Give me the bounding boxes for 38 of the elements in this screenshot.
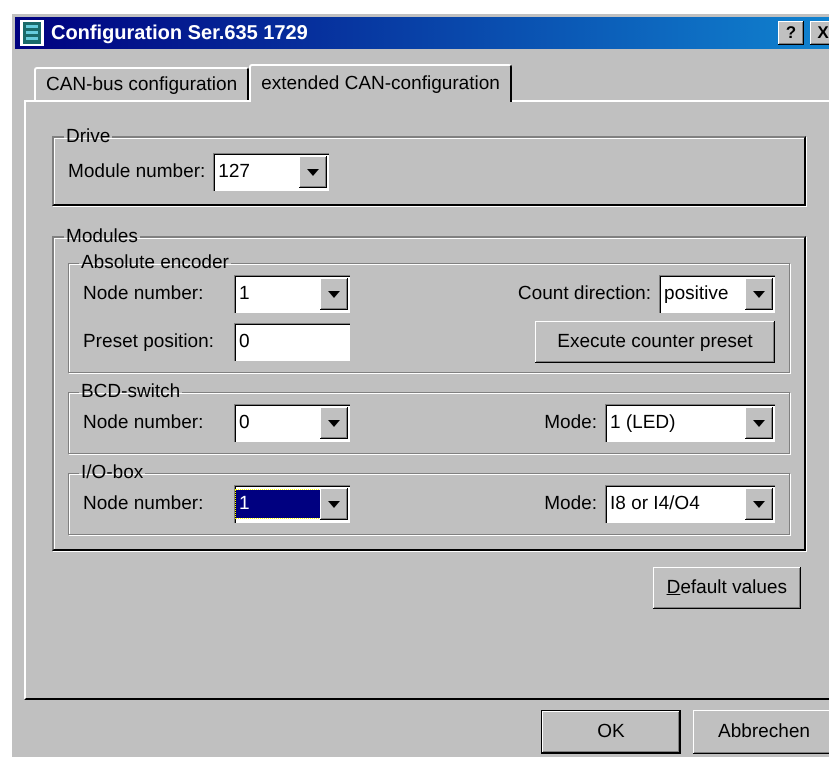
- field-label: Module number:: [68, 161, 206, 183]
- help-button[interactable]: ?: [778, 21, 804, 45]
- group-title: Modules: [65, 226, 139, 248]
- dropdown-arrow-icon: [328, 290, 340, 298]
- close-button[interactable]: X: [810, 21, 829, 45]
- group-title: Drive: [65, 126, 112, 148]
- dialog-button[interactable]: Abbrechen: [693, 710, 829, 754]
- group-title: BCD-switch: [80, 381, 182, 403]
- field-label: Node number:: [83, 493, 204, 515]
- group-title: Absolute encoder: [80, 252, 230, 274]
- dropdown[interactable]: 1: [234, 485, 350, 523]
- dropdown[interactable]: 127: [213, 153, 330, 191]
- default-values-button[interactable]: Default values: [652, 567, 801, 609]
- dropdown-arrow-icon: [753, 500, 765, 508]
- field-label: Preset position:: [83, 331, 215, 353]
- dropdown[interactable]: positive: [659, 275, 775, 313]
- field-label: Mode:: [544, 412, 597, 434]
- tab[interactable]: extended CAN-configuration: [249, 64, 512, 102]
- app-icon: [19, 19, 45, 47]
- window-title: Configuration Ser.635 1729: [51, 22, 309, 44]
- dropdown[interactable]: I8 or I4/O4: [605, 485, 775, 523]
- dropdown[interactable]: 1 (LED): [605, 404, 775, 442]
- input-field[interactable]: 0: [234, 323, 350, 361]
- dropdown[interactable]: 0: [234, 404, 350, 442]
- dropdown-arrow-icon: [328, 500, 340, 508]
- dropdown-arrow-icon: [753, 290, 765, 298]
- field-label: Node number:: [83, 412, 204, 434]
- dropdown-arrow-icon: [753, 420, 765, 426]
- group-title: I/O-box: [80, 462, 144, 484]
- field-label: Count direction:: [518, 283, 651, 305]
- dropdown[interactable]: 1: [234, 275, 350, 313]
- execute-button[interactable]: Execute counter preset: [535, 321, 775, 363]
- field-label: Node number:: [83, 283, 204, 305]
- field-label: Mode:: [544, 493, 597, 515]
- dropdown-arrow-icon: [307, 168, 320, 176]
- tab[interactable]: CAN-bus configuration: [34, 67, 250, 100]
- dialog-button[interactable]: OK: [541, 710, 681, 754]
- dropdown-arrow-icon: [328, 420, 340, 426]
